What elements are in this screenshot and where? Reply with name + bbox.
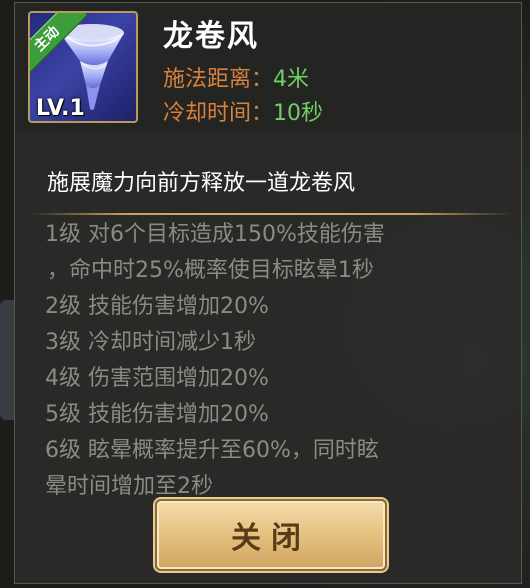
skill-tooltip: 主动 LV.1 龙卷风 施法距离：4米 冷却时间：10秒 施展魔力向前方释放一道… — [14, 2, 522, 584]
cast-range-row: 施法距离：4米 — [163, 61, 309, 93]
level-effect-line: 2级 技能伤害增加20% — [45, 294, 269, 319]
skill-title: 龙卷风 — [163, 19, 259, 54]
tooltip-header: 主动 LV.1 龙卷风 施法距离：4米 冷却时间：10秒 — [15, 3, 521, 133]
level-effect-line: 1级 对6个目标造成150%技能伤害 — [45, 222, 385, 247]
skill-level: LV.1 — [36, 96, 85, 121]
cooldown-value: 10秒 — [273, 101, 324, 126]
close-button[interactable]: 关闭 — [155, 499, 387, 571]
level-effects-list[interactable]: 1级 对6个目标造成150%技能伤害 ，命中时25%概率使目标眩晕1秒 2级 技… — [45, 217, 515, 495]
level-effect-line: 晕时间增加至2秒 — [45, 474, 213, 495]
level-effect-line: 6级 眩晕概率提升至60%，同时眩 — [45, 438, 379, 463]
cooldown-row: 冷却时间：10秒 — [163, 95, 323, 127]
level-effect-line: 5级 技能伤害增加20% — [45, 402, 269, 427]
cast-range-label: 施法距离： — [163, 67, 274, 92]
cast-range-value: 4米 — [273, 67, 310, 92]
level-effect-line: ，命中时25%概率使目标眩晕1秒 — [47, 258, 374, 283]
skill-icon-frame: 主动 LV.1 — [28, 11, 138, 123]
level-effect-line: 3级 冷却时间减少1秒 — [45, 330, 256, 355]
level-effect-line: 4级 伤害范围增加20% — [45, 366, 269, 391]
skill-description: 施展魔力向前方释放一道龙卷风 — [47, 171, 356, 196]
active-skill-ribbon: 主动 — [30, 13, 94, 81]
cooldown-label: 冷却时间： — [163, 101, 274, 126]
active-badge: 主动 — [30, 13, 88, 80]
divider — [29, 213, 511, 215]
